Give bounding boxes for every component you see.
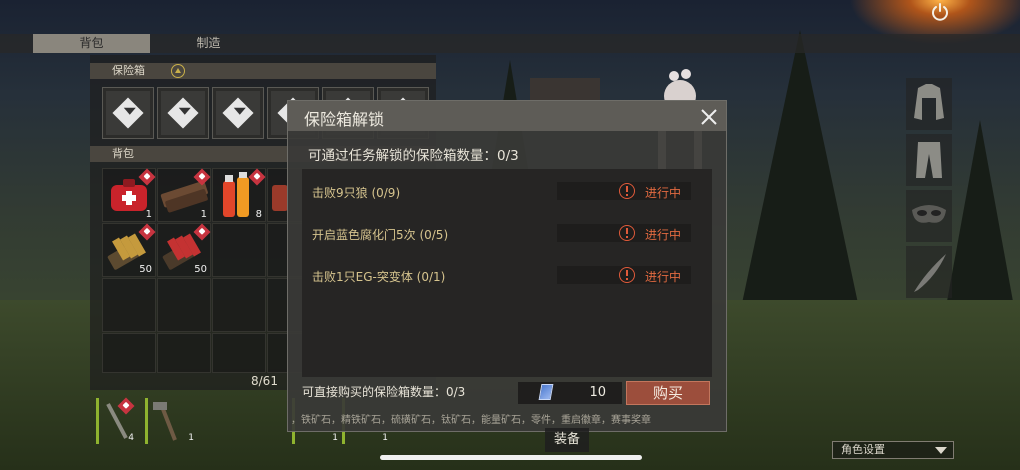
equip-button[interactable]: 装备	[545, 428, 589, 452]
mask-icon	[912, 205, 946, 223]
backpack-slot[interactable]	[212, 278, 266, 332]
item-quantity: 1	[145, 209, 152, 220]
item-quantity: 1	[332, 433, 338, 443]
backpack-slot[interactable]: 50	[102, 223, 156, 277]
footer-note: ，铁矿石，精铁矿石，硫磺矿石，钛矿石，能量矿石，零件，重启徽章，赛事奖章	[291, 415, 651, 426]
backpack-slot[interactable]: 1	[102, 168, 156, 222]
tab-backpack[interactable]: 背包	[33, 34, 150, 53]
home-indicator[interactable]	[380, 455, 642, 460]
item-quantity: 4	[128, 433, 134, 443]
backpack-slot[interactable]: 50	[157, 223, 211, 277]
warning-icon	[619, 183, 635, 199]
dialog-title: 保险箱解锁	[304, 110, 385, 129]
item-quantity: 1	[188, 433, 194, 443]
backpack-section-label: 背包	[112, 147, 134, 160]
game-scene: 背包 制造 保险箱 背包 1 1 8 50 50 8/61 4 1 1 1 保险…	[0, 0, 1020, 470]
hotbar-slot[interactable]: 4	[96, 397, 148, 444]
role-settings-label: 角色设置	[841, 443, 885, 456]
pants-icon	[916, 142, 942, 178]
task-label: 开启蓝色腐化门5次 (0/5)	[312, 228, 449, 242]
equipment-slot-accessory[interactable]	[906, 246, 952, 298]
price-box: 10	[518, 382, 622, 404]
item-quantity: 50	[194, 264, 207, 275]
backpack-slot[interactable]: 8	[212, 168, 266, 222]
task-status: 进行中	[557, 266, 691, 284]
equipment-slot-mask[interactable]	[906, 190, 952, 242]
tab-craft[interactable]: 制造	[150, 34, 267, 53]
vault-section-header: 保险箱	[90, 63, 436, 79]
item-quantity: 50	[139, 264, 152, 275]
status-text: 进行中	[645, 270, 682, 284]
warning-icon	[619, 267, 635, 283]
task-status: 进行中	[557, 182, 691, 200]
task-label: 击败1只EG-突变体 (0/1)	[312, 270, 446, 284]
vault-unlock-dialog: 保险箱解锁 可通过任务解锁的保险箱数量：0/3 击败9只狼 (0/9) 进行中 …	[287, 100, 727, 432]
background-sign	[530, 78, 600, 100]
warning-icon	[619, 225, 635, 241]
chevron-down-icon	[935, 447, 947, 454]
dialog-header: 保险箱解锁	[288, 101, 726, 131]
equipment-slot-pants[interactable]	[906, 134, 952, 186]
vault-slot[interactable]	[212, 87, 264, 139]
backpack-slot[interactable]	[157, 333, 211, 373]
vault-slot[interactable]	[157, 87, 209, 139]
status-text: 进行中	[645, 228, 682, 242]
locked-slot-icon	[167, 97, 199, 129]
backpack-slot[interactable]	[102, 333, 156, 373]
equipment-slot-top[interactable]	[906, 78, 952, 130]
jacket-icon	[914, 84, 944, 120]
backpack-slot[interactable]	[102, 278, 156, 332]
hotbar-slot[interactable]: 1	[145, 398, 197, 444]
backpack-slot[interactable]	[212, 223, 266, 277]
vault-slot[interactable]	[102, 87, 154, 139]
price-value: 10	[589, 385, 606, 400]
collapse-arrow-icon[interactable]	[171, 64, 185, 78]
item-quantity: 1	[200, 209, 207, 220]
backpack-slot[interactable]: 1	[157, 168, 211, 222]
task-label: 击败9只狼 (0/9)	[312, 186, 401, 200]
backpack-slot[interactable]	[212, 333, 266, 373]
close-icon[interactable]	[700, 108, 718, 126]
task-list: 击败9只狼 (0/9) 进行中 开启蓝色腐化门5次 (0/5) 进行中 击败1只…	[302, 169, 712, 377]
item-quantity: 1	[382, 433, 388, 443]
vault-section-label: 保险箱	[112, 64, 145, 77]
power-icon[interactable]	[930, 2, 950, 22]
status-text: 进行中	[645, 186, 682, 200]
backpack-slot[interactable]	[157, 278, 211, 332]
buy-button[interactable]: 购买	[626, 381, 710, 405]
feather-icon	[914, 254, 946, 292]
buy-count: 可直接购买的保险箱数量：0/3	[302, 385, 466, 399]
task-status: 进行中	[557, 224, 691, 242]
locked-slot-icon	[112, 97, 144, 129]
locked-slot-icon	[222, 97, 254, 129]
backpack-capacity: 8/61	[251, 374, 278, 388]
ticket-icon	[538, 384, 554, 400]
item-quantity: 8	[255, 209, 262, 220]
task-unlock-count: 可通过任务解锁的保险箱数量：0/3	[308, 148, 519, 164]
role-settings-dropdown[interactable]: 角色设置	[832, 441, 954, 459]
